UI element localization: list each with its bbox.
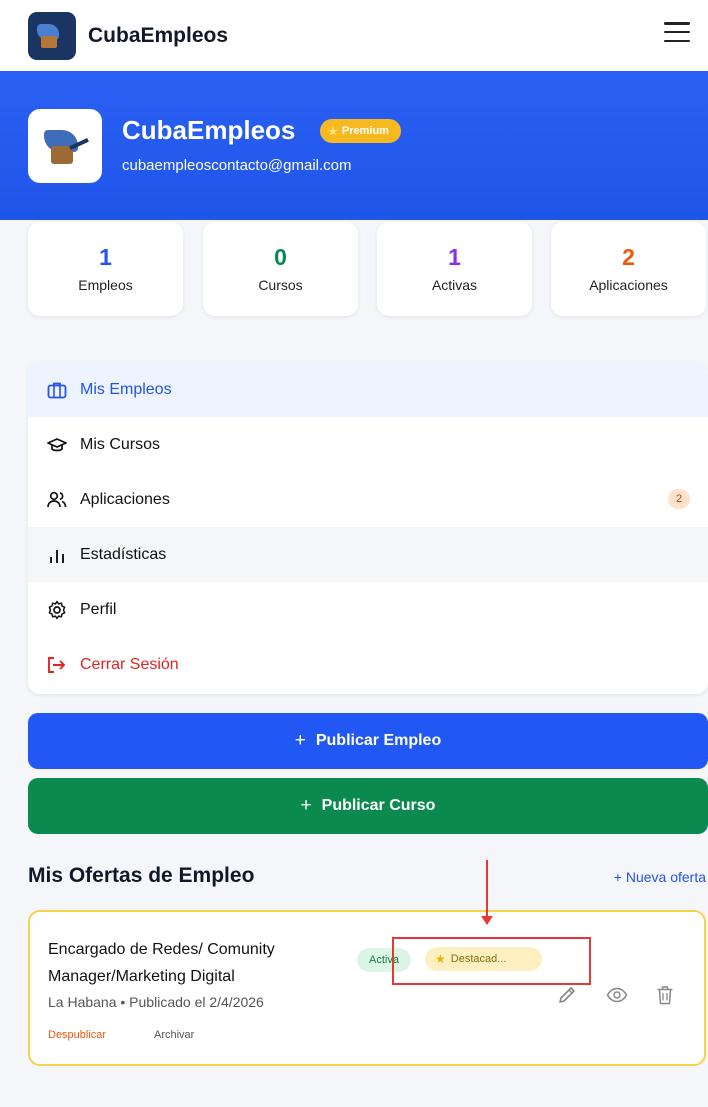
logout-icon	[46, 654, 68, 676]
nav-item-aplicaciones[interactable]: Aplicaciones 2	[28, 472, 708, 527]
publish-job-label: Publicar Empleo	[315, 732, 442, 749]
nav-menu: Mis Empleos Mis Cursos Aplicaciones 2 Es…	[28, 362, 708, 694]
stat-card-cursos: 0 Cursos	[203, 222, 358, 316]
stat-label: Activas	[431, 277, 478, 293]
app-title[interactable]: CubaEmpleos	[88, 24, 228, 48]
settings-icon	[46, 599, 68, 621]
graduation-cap-icon	[46, 434, 68, 456]
unpublish-link[interactable]: Despublicar	[48, 1029, 106, 1041]
nav-item-perfil[interactable]: Perfil	[28, 582, 708, 637]
publish-course-label: Publicar Curso	[321, 797, 436, 814]
star-icon: ★	[328, 125, 338, 138]
nav-item-estadisticas[interactable]: Estadísticas	[28, 527, 708, 582]
stat-value: 1	[448, 244, 461, 270]
stat-value: 1	[99, 244, 112, 270]
trash-icon[interactable]	[652, 982, 678, 1008]
stat-card-aplicaciones: 2 Aplicaciones	[551, 222, 706, 316]
premium-badge-label: Premium	[341, 125, 389, 137]
nav-item-label: Estadísticas	[80, 545, 167, 563]
nav-item-label: Perfil	[80, 600, 117, 618]
new-offer-link[interactable]: + Nueva oferta	[614, 869, 706, 885]
eye-icon[interactable]	[604, 982, 630, 1008]
applications-count-badge: 2	[668, 489, 690, 509]
publish-course-button[interactable]: + Publicar Curso	[28, 778, 708, 834]
stat-card-activas: 1 Activas	[377, 222, 532, 316]
briefcase-logo-icon[interactable]	[28, 11, 76, 60]
nav-item-label: Cerrar Sesión	[80, 655, 179, 673]
pencil-icon[interactable]	[554, 982, 580, 1008]
stat-value: 2	[622, 244, 635, 270]
stat-card-empleos: 1 Empleos	[28, 222, 183, 316]
profile-email: cubaempleoscontacto@gmail.com	[122, 157, 352, 174]
publish-job-button[interactable]: + Publicar Empleo	[28, 713, 708, 769]
nav-item-label: Aplicaciones	[80, 490, 170, 508]
users-icon	[46, 489, 68, 511]
profile-header: CubaEmpleos ★ Premium cubaempleoscontacto…	[0, 71, 708, 220]
stat-value: 0	[274, 244, 287, 270]
stat-label: Cursos	[258, 277, 303, 293]
nav-item-cerrar-sesion[interactable]: Cerrar Sesión	[28, 637, 708, 692]
stat-label: Empleos	[78, 277, 133, 293]
archive-link[interactable]: Archivar	[154, 1029, 194, 1041]
profile-name: CubaEmpleos	[122, 115, 296, 145]
annotation-arrow-head	[481, 916, 493, 925]
nav-item-label: Mis Empleos	[80, 380, 172, 398]
bar-chart-icon	[46, 544, 68, 566]
nav-item-mis-empleos[interactable]: Mis Empleos	[28, 362, 708, 417]
job-offer-card[interactable]: Encargado de Redes/ Comunity Manager/Mar…	[28, 910, 706, 1066]
top-bar: CubaEmpleos	[0, 0, 708, 71]
avatar	[28, 109, 102, 183]
nav-item-label: Mis Cursos	[80, 435, 161, 453]
plus-icon: +	[300, 795, 312, 816]
hamburger-menu-icon[interactable]	[664, 20, 690, 44]
briefcase-icon	[46, 379, 68, 401]
section-title: Mis Ofertas de Empleo	[28, 864, 255, 887]
job-title[interactable]: Encargado de Redes/ Comunity Manager/Mar…	[48, 936, 353, 990]
stat-label: Aplicaciones	[589, 277, 668, 293]
annotation-arrow-line	[486, 860, 488, 918]
annotation-highlight-box	[392, 937, 591, 985]
premium-badge: ★ Premium	[320, 119, 401, 143]
plus-icon: +	[294, 730, 306, 751]
job-meta: La Habana • Publicado el 2/4/2026	[48, 994, 264, 1010]
nav-item-mis-cursos[interactable]: Mis Cursos	[28, 417, 708, 472]
